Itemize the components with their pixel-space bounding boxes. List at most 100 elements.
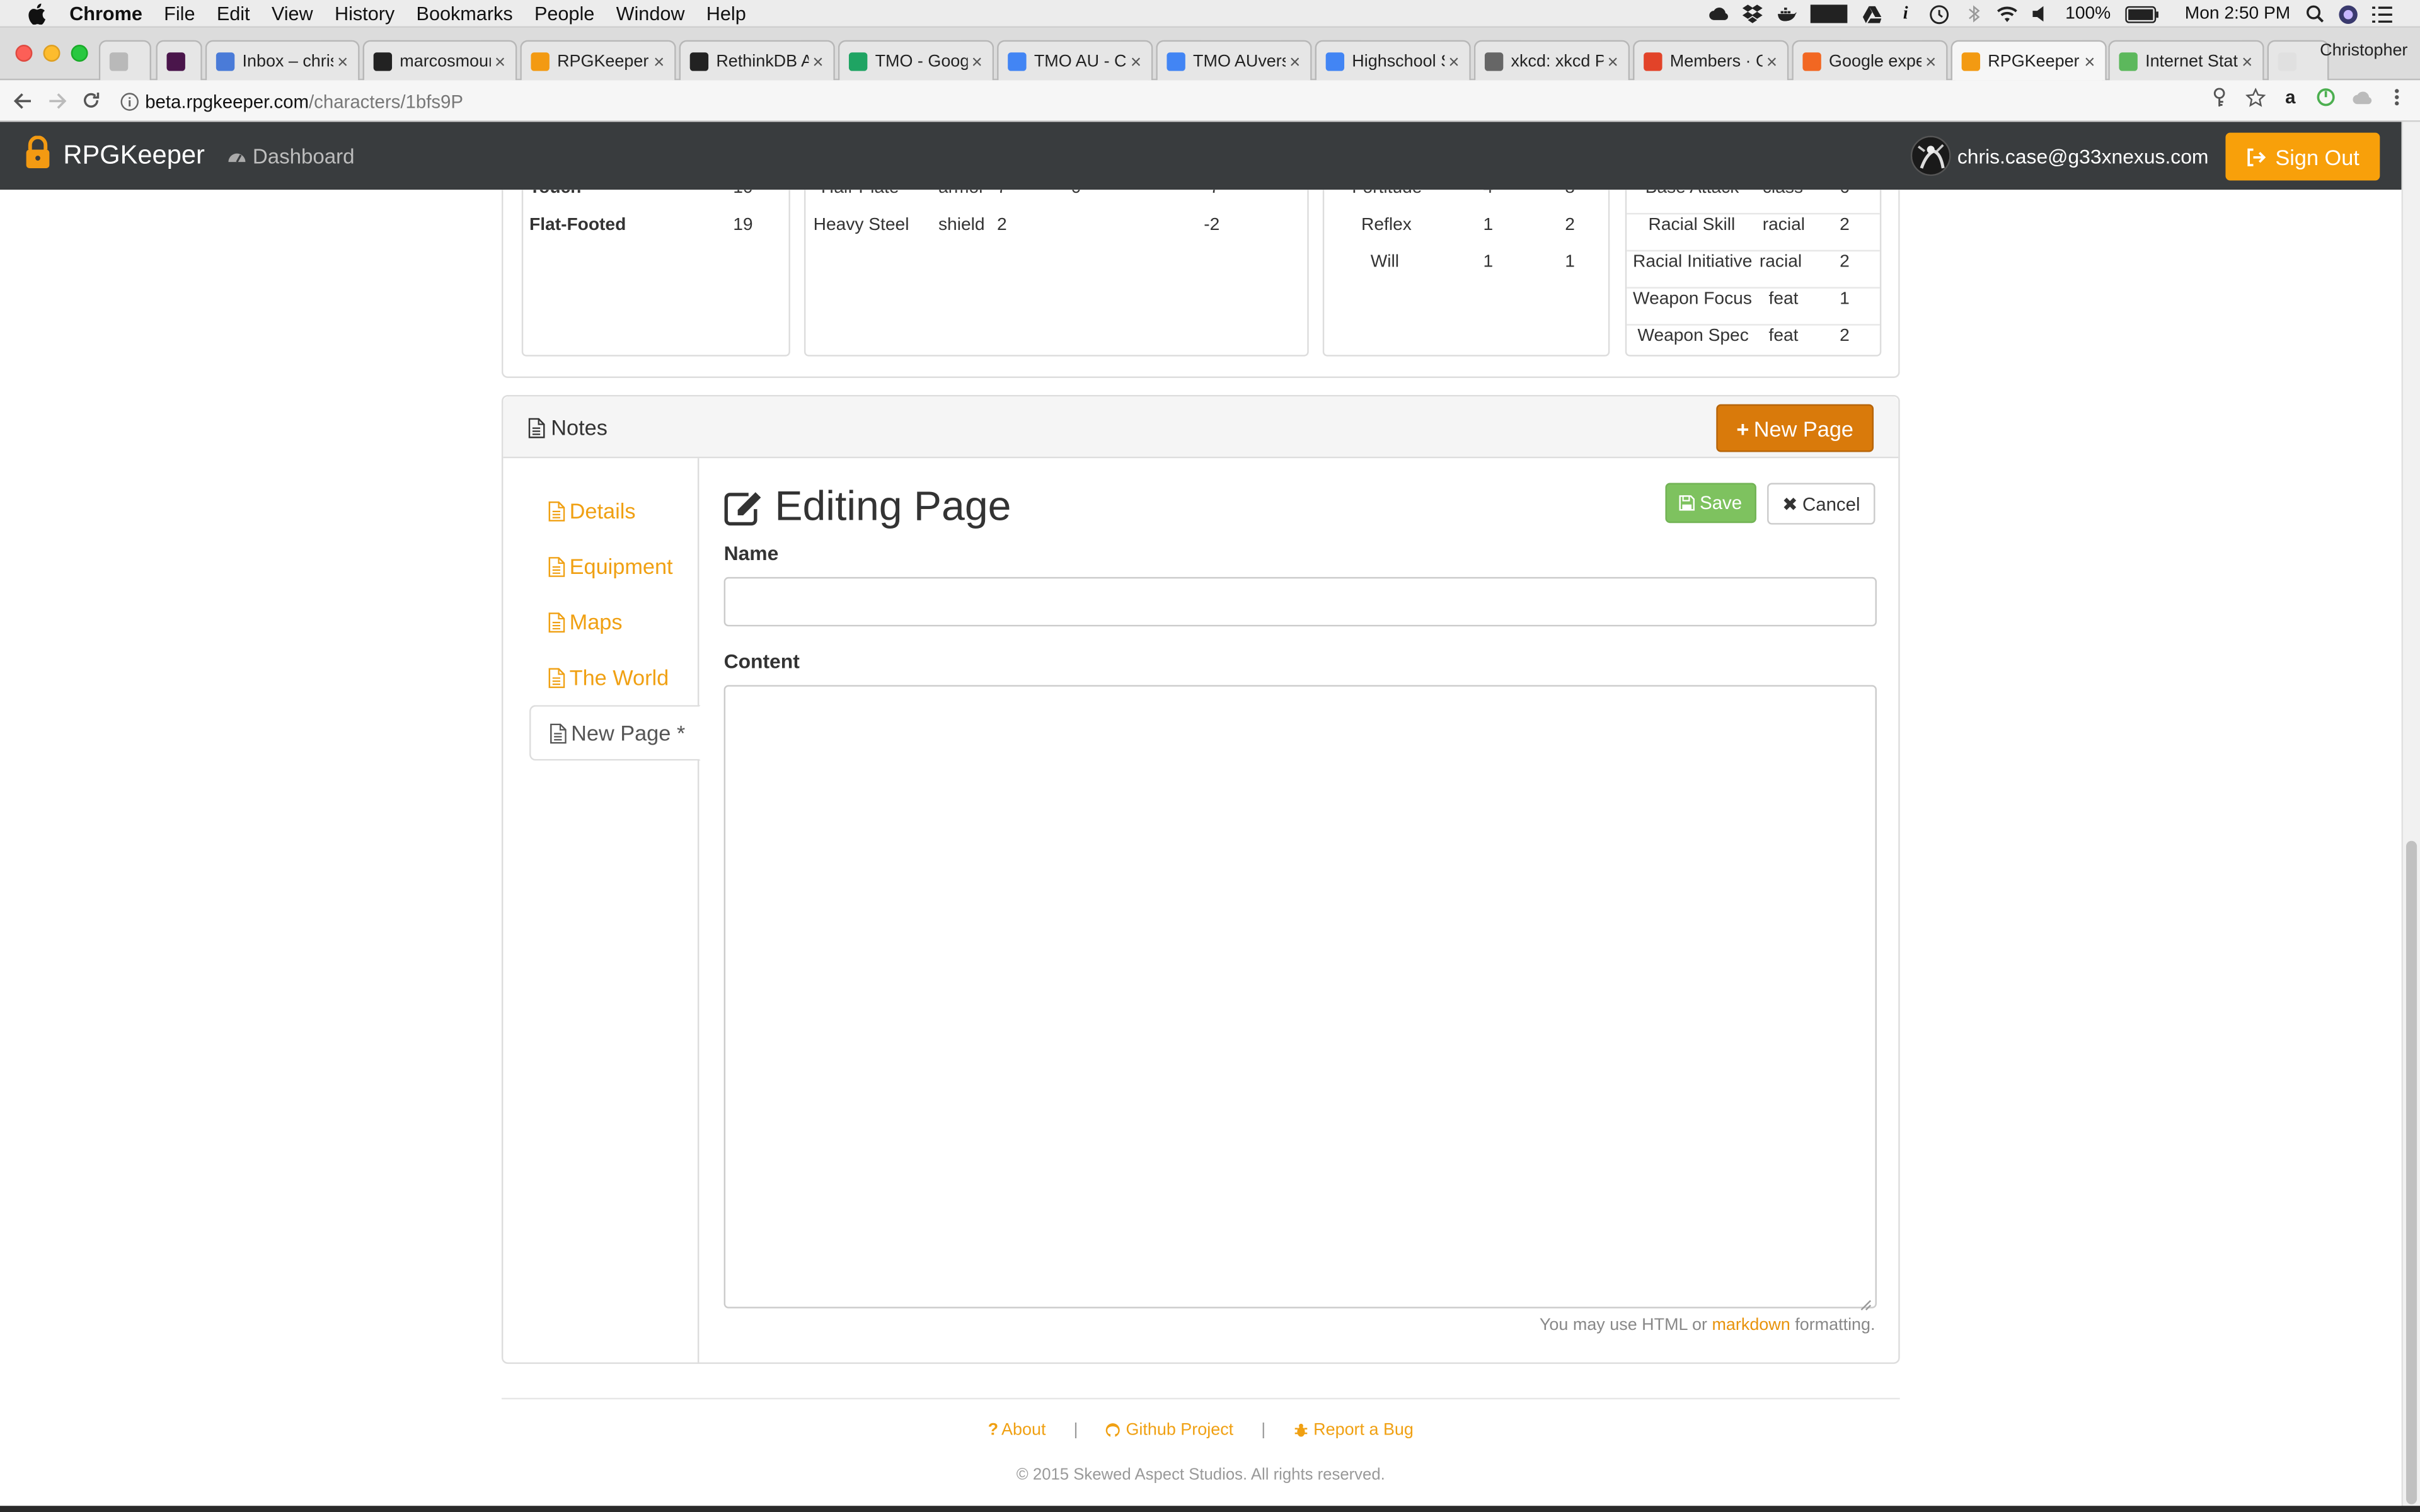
bookmark-star-icon[interactable] <box>2244 86 2266 108</box>
tab-close-icon[interactable]: × <box>1286 50 1304 72</box>
character-stats-panel: Touch 10 Flat-Footed 19 Half-Plate armor… <box>501 190 1900 379</box>
page-name-input[interactable] <box>723 576 1877 627</box>
page-scrollbar[interactable] <box>2401 122 2420 1512</box>
browser-tab[interactable] <box>156 40 202 81</box>
menu-edit[interactable]: Edit <box>217 3 250 24</box>
resize-handle-icon[interactable] <box>1860 1292 1872 1311</box>
tab-close-icon[interactable]: × <box>968 50 986 72</box>
tab-close-icon[interactable]: × <box>2238 50 2256 72</box>
browser-tab[interactable]: TMO AUvers × <box>1156 40 1312 81</box>
wifi-icon[interactable] <box>1997 4 2018 23</box>
report-bug-link[interactable]: Report a Bug <box>1293 1421 1414 1440</box>
dropbox-icon[interactable] <box>1743 4 1763 23</box>
browser-tab[interactable]: Google expe × <box>1792 40 1948 81</box>
file-icon <box>548 612 569 632</box>
tab-close-icon[interactable]: × <box>333 50 352 72</box>
key-icon[interactable] <box>2208 86 2230 108</box>
menu-view[interactable]: View <box>272 3 313 24</box>
armor-name: Half-Plate <box>821 190 899 197</box>
cloud-extension-icon[interactable] <box>2351 86 2372 108</box>
notes-page-equipment[interactable]: Equipment <box>529 539 699 594</box>
browser-tab[interactable]: xkcd: xkcd P × <box>1473 40 1630 81</box>
tab-close-icon[interactable]: × <box>1127 50 1145 72</box>
profile-name[interactable]: Christopher <box>2320 42 2407 60</box>
reload-button[interactable] <box>74 83 108 117</box>
address-bar[interactable]: beta.rpgkeeper.com/characters/1bfs9P <box>120 85 2266 117</box>
bluetooth-icon[interactable] <box>1964 4 1984 23</box>
tab-title: Highschool S <box>1352 52 1445 71</box>
browser-tab[interactable]: Highschool S × <box>1315 40 1471 81</box>
notes-page-label: Maps <box>569 609 623 634</box>
brand-link[interactable]: RPGKeeper <box>25 134 205 176</box>
tab-title: xkcd: xkcd P <box>1511 52 1604 71</box>
tab-close-icon[interactable]: × <box>1763 50 1781 72</box>
google-drive-icon[interactable] <box>1862 4 1882 23</box>
zoom-window-button[interactable] <box>71 45 88 62</box>
sign-out-button[interactable]: Sign Out <box>2225 132 2380 181</box>
apple-icon[interactable] <box>26 3 48 24</box>
minimize-window-button[interactable] <box>43 45 60 62</box>
battery-icon[interactable] <box>2124 4 2158 23</box>
tab-close-icon[interactable]: × <box>1922 50 1940 72</box>
browser-tab[interactable]: marcosmour × <box>362 40 517 81</box>
tab-close-icon[interactable]: × <box>809 50 827 72</box>
scrollbar-thumb[interactable] <box>2406 840 2417 1504</box>
save-base: 4 <box>1483 190 1493 197</box>
tab-close-icon[interactable]: × <box>2080 50 2099 72</box>
notes-page-maps[interactable]: Maps <box>529 594 699 650</box>
chrome-menu-icon[interactable] <box>2386 86 2407 108</box>
clock[interactable]: Mon 2:50 PM <box>2185 4 2291 23</box>
tab-close-icon[interactable]: × <box>1603 50 1622 72</box>
browser-tab[interactable] <box>98 40 152 81</box>
sign-out-label: Sign Out <box>2275 144 2360 169</box>
forward-button[interactable] <box>40 83 74 117</box>
notification-center-icon[interactable] <box>2372 4 2392 23</box>
green-extension-icon[interactable] <box>2315 86 2336 108</box>
notes-page-the-world[interactable]: The World <box>529 650 699 705</box>
new-page-button[interactable]: + New Page <box>1716 404 1874 452</box>
browser-tab[interactable]: Inbox – chris × <box>205 40 360 81</box>
menu-bookmarks[interactable]: Bookmarks <box>417 3 513 24</box>
amazon-extension-icon[interactable]: a <box>2279 86 2301 108</box>
menu-file[interactable]: File <box>164 3 195 24</box>
browser-tab[interactable]: RPGKeeper × <box>520 40 676 81</box>
page-info-icon[interactable] <box>120 92 139 110</box>
docker-icon[interactable] <box>1777 4 1797 23</box>
tab-close-icon[interactable]: × <box>650 50 668 72</box>
tab-close-icon[interactable]: × <box>1444 50 1463 72</box>
save-button[interactable]: Save <box>1665 483 1756 524</box>
menu-help[interactable]: Help <box>706 3 746 24</box>
spotlight-icon[interactable] <box>2304 4 2324 23</box>
siri-icon[interactable] <box>2338 4 2358 23</box>
notes-title-label: Notes <box>551 415 608 440</box>
browser-tab[interactable]: RPGKeeper × <box>1950 40 2107 81</box>
volume-icon[interactable] <box>2031 4 2051 23</box>
close-window-button[interactable] <box>15 45 33 62</box>
menu-people[interactable]: People <box>534 3 594 24</box>
notes-page-details[interactable]: Details <box>529 483 699 539</box>
tab-close-icon[interactable]: × <box>491 50 509 72</box>
back-button[interactable] <box>6 83 40 117</box>
creative-cloud-icon[interactable] <box>1708 4 1729 23</box>
menu-history[interactable]: History <box>335 3 395 24</box>
menu-window[interactable]: Window <box>616 3 685 24</box>
browser-tab[interactable]: TMO AU - Cl × <box>997 40 1153 81</box>
about-link[interactable]: ? About <box>988 1421 1046 1440</box>
page-content-textarea[interactable] <box>723 685 1877 1309</box>
notes-panel: Notes + New Page Details Equipment Maps … <box>501 394 1900 1364</box>
user-menu[interactable]: chris.case@g33xnexus.com <box>1911 135 2208 176</box>
notes-page-new-page[interactable]: New Page * <box>529 705 701 761</box>
cancel-button[interactable]: ✖ Cancel <box>1767 483 1876 525</box>
dashboard-link[interactable]: Dashboard <box>226 144 355 168</box>
browser-tab[interactable]: TMO - Googl × <box>838 40 994 81</box>
browser-tab[interactable]: RethinkDB A × <box>679 40 835 81</box>
browser-tab[interactable]: Internet Stat × <box>2108 40 2264 81</box>
github-link[interactable]: Github Project <box>1106 1421 1233 1440</box>
monitor-icon[interactable] <box>1811 4 1848 23</box>
browser-tab[interactable]: Members · G × <box>1633 40 1789 81</box>
browser-tab-strip: Inbox – chris × marcosmour × RPGKeeper × Rethi… <box>0 28 2420 81</box>
menu-app-name[interactable]: Chrome <box>69 3 142 24</box>
info-icon[interactable]: i <box>1896 4 1916 23</box>
time-machine-icon[interactable] <box>1930 4 1950 23</box>
markdown-link[interactable]: markdown <box>1712 1316 1790 1334</box>
